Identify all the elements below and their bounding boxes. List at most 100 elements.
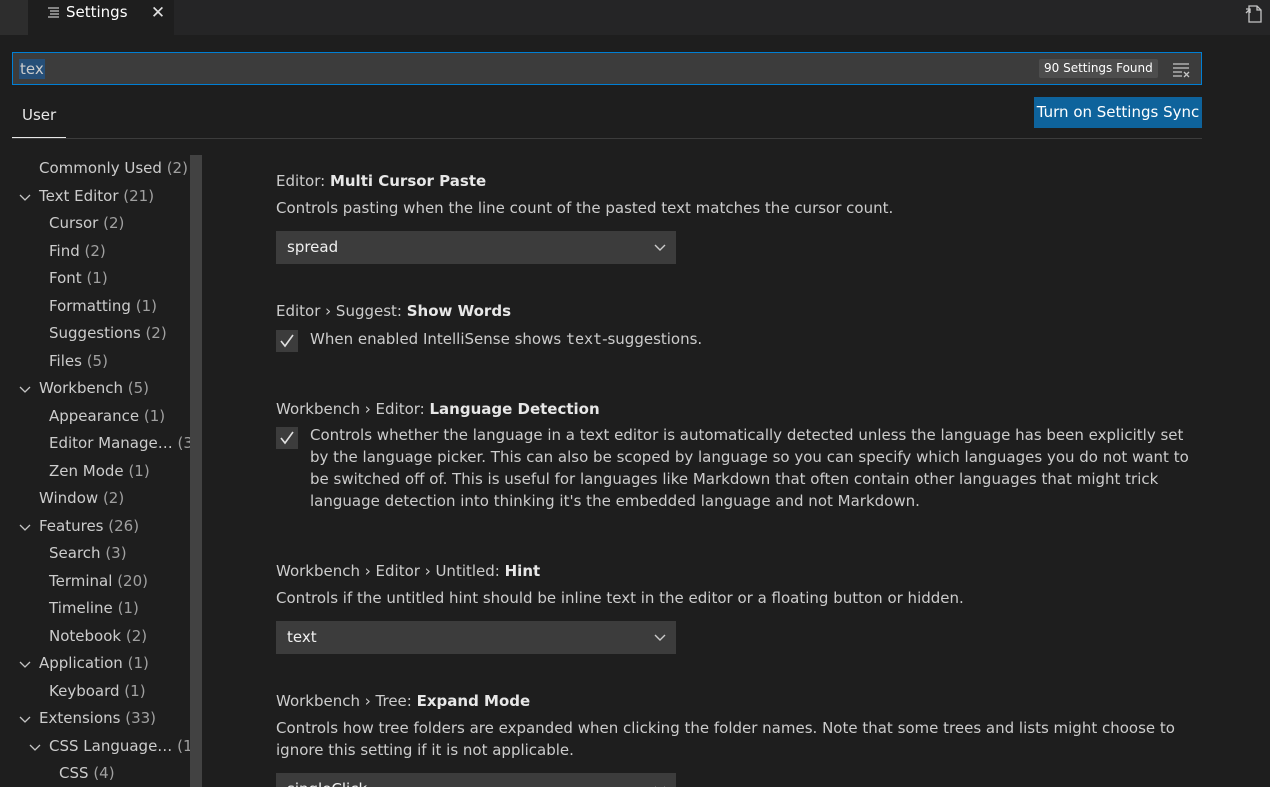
setting-description: When enabled IntelliSense shows text-sug…	[310, 328, 702, 350]
toc-item-extensions[interactable]: Extensions (33)	[12, 705, 190, 732]
toc-item-features[interactable]: Features (26)	[12, 513, 190, 540]
editor-tab-bar: Settings ✕	[0, 0, 1270, 35]
setting-category: Editor › Suggest:	[276, 302, 407, 320]
show-words-checkbox[interactable]	[276, 330, 298, 352]
toc-item-keyboard[interactable]: Keyboard (1)	[12, 678, 190, 705]
toc-item-editor-management[interactable]: Editor Manage… (3)	[12, 430, 199, 457]
setting-description: Controls pasting when the line count of …	[276, 199, 894, 217]
toc-label: Appearance	[49, 407, 140, 425]
clear-filter-icon[interactable]	[1171, 59, 1191, 79]
toc-item-find[interactable]: Find (2)	[12, 238, 190, 265]
toc-count: (1)	[128, 462, 150, 480]
setting-multi-cursor-paste: Editor: Multi Cursor Paste Controls past…	[276, 172, 1196, 272]
dropdown-value: spread	[287, 238, 339, 256]
toc-label: Window	[39, 489, 99, 507]
setting-description: Controls how tree folders are expanded w…	[276, 719, 1175, 759]
toc-count: (2)	[166, 159, 188, 177]
toc-count: (1)	[86, 269, 108, 287]
toc-count: (1)	[135, 297, 157, 315]
language-detection-checkbox[interactable]	[276, 427, 298, 449]
toc-label: Search	[49, 544, 101, 562]
multi-cursor-paste-dropdown[interactable]: spread	[276, 231, 676, 264]
toc-scrollbar[interactable]	[190, 155, 202, 787]
toc-label: Commonly Used	[39, 159, 162, 177]
user-tab-label: User	[22, 106, 57, 124]
toc-item-appearance[interactable]: Appearance (1)	[12, 403, 190, 430]
toc-count: (2)	[102, 489, 125, 507]
toc-item-formatting[interactable]: Formatting (1)	[12, 293, 190, 320]
toc-item-font[interactable]: Font (1)	[12, 265, 190, 292]
setting-description: Controls if the untitled hint should be …	[276, 589, 964, 607]
chevron-down-icon[interactable]	[19, 192, 31, 202]
toc-item-css[interactable]: CSS (4)	[12, 760, 190, 787]
toc-count: (2)	[145, 324, 167, 342]
toc-item-terminal[interactable]: Terminal (20)	[12, 568, 190, 595]
tab-settings[interactable]: Settings ✕	[28, 0, 174, 35]
toc-item-notebook[interactable]: Notebook (2)	[12, 623, 190, 650]
toc-label: Features	[39, 517, 104, 535]
untitled-hint-dropdown[interactable]: text	[276, 621, 676, 654]
settings-search-box[interactable]: tex 90 Settings Found	[12, 52, 1202, 85]
checkmark-icon	[280, 431, 294, 445]
chevron-down-icon	[654, 244, 666, 251]
tab-label: Settings	[66, 3, 128, 21]
setting-language-detection: Workbench › Editor: Language Detection C…	[276, 400, 1196, 520]
setting-description: Controls whether the language in a text …	[310, 426, 1189, 510]
toc-label: CSS Language…	[49, 737, 173, 755]
expand-mode-dropdown[interactable]: singleClick	[276, 773, 676, 787]
setting-category: Workbench › Editor › Untitled:	[276, 562, 505, 580]
toc-count: (2)	[103, 214, 125, 232]
turn-on-settings-sync-button[interactable]: Turn on Settings Sync	[1034, 97, 1202, 128]
setting-key: Hint	[504, 562, 541, 580]
settings-list-icon	[48, 7, 60, 22]
toc-label: Keyboard	[49, 682, 120, 700]
toc-item-application[interactable]: Application (1)	[12, 650, 190, 677]
close-icon[interactable]: ✕	[150, 3, 166, 23]
tab-bar-left-spacer	[0, 0, 28, 35]
header-divider	[12, 138, 1202, 139]
tab-user-settings[interactable]: User	[12, 98, 66, 138]
toc-count: (21)	[123, 187, 155, 205]
chevron-down-icon[interactable]	[19, 714, 31, 724]
toc-label: Editor Manage…	[49, 434, 173, 452]
toc-item-workbench[interactable]: Workbench (5)	[12, 375, 190, 402]
toc-label: Zen Mode	[49, 462, 124, 480]
toc-label: Formatting	[49, 297, 131, 315]
toc-item-zen-mode[interactable]: Zen Mode (1)	[12, 458, 190, 485]
toc-count: (2)	[125, 627, 148, 645]
toc-label: Notebook	[49, 627, 122, 645]
toc-item-files[interactable]: Files (5)	[12, 348, 190, 375]
setting-category: Workbench › Tree:	[276, 692, 417, 710]
toc-item-suggestions[interactable]: Suggestions (2)	[12, 320, 190, 347]
toc-item-cursor[interactable]: Cursor (2)	[12, 210, 190, 237]
setting-category: Editor:	[276, 172, 330, 190]
chevron-down-icon[interactable]	[19, 659, 31, 669]
dropdown-value: text	[287, 628, 317, 646]
toc-count: (1)	[124, 682, 146, 700]
chevron-down-icon[interactable]	[19, 384, 31, 394]
chevron-down-icon	[654, 634, 666, 641]
toc-item-commonly-used[interactable]: Commonly Used (2)	[12, 155, 190, 182]
toc-label: Font	[49, 269, 82, 287]
inline-code: text	[565, 330, 603, 348]
toc-item-text-editor[interactable]: Text Editor (21)	[12, 183, 190, 210]
chevron-down-icon[interactable]	[29, 742, 41, 752]
toc-label: Cursor	[49, 214, 99, 232]
open-settings-json-icon[interactable]	[1244, 3, 1266, 25]
toc-label: Application	[39, 654, 123, 672]
toc-item-window[interactable]: Window (2)	[12, 485, 190, 512]
toc-label: Extensions	[39, 709, 121, 727]
toc-item-search[interactable]: Search (3)	[12, 540, 190, 567]
setting-key: Expand Mode	[416, 692, 531, 710]
setting-key: Multi Cursor Paste	[329, 172, 487, 190]
search-input[interactable]: tex	[19, 59, 45, 79]
setting-show-words: Editor › Suggest: Show Words When enable…	[276, 302, 1196, 362]
setting-expand-mode: Workbench › Tree: Expand Mode Controls h…	[276, 692, 1196, 787]
toc-item-css-language[interactable]: CSS Language… (10)	[12, 733, 202, 760]
toc-count: (2)	[84, 242, 106, 260]
setting-title: Editor › Suggest: Show Words	[276, 302, 511, 320]
toc-count: (5)	[127, 379, 150, 397]
chevron-down-icon[interactable]	[19, 522, 31, 532]
toc-item-timeline[interactable]: Timeline (1)	[12, 595, 190, 622]
results-count-badge: 90 Settings Found	[1039, 59, 1158, 78]
